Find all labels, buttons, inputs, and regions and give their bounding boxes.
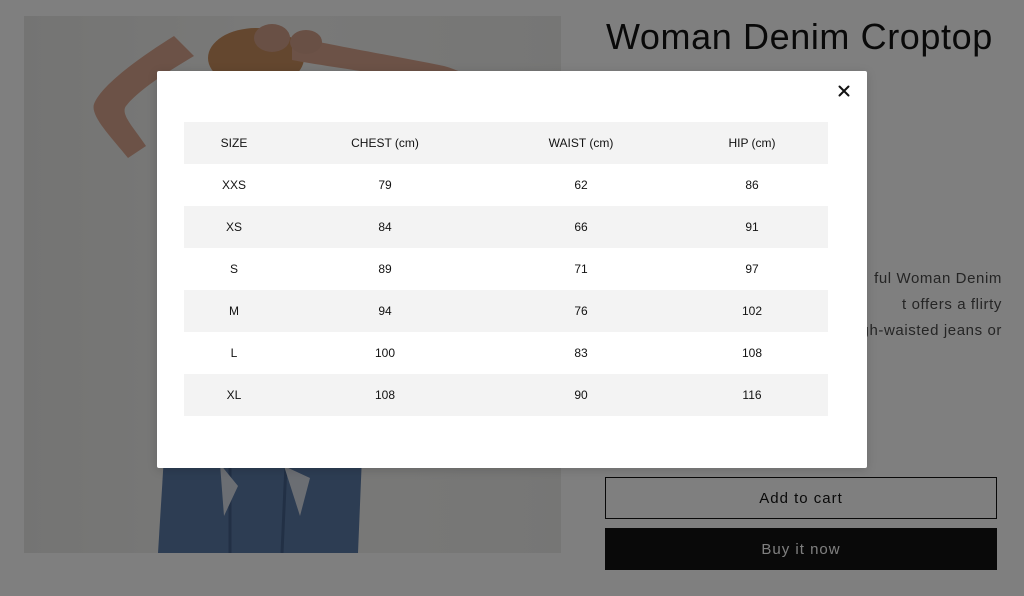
- cell-size: XXS: [221, 178, 246, 192]
- cell-hip: 108: [741, 346, 763, 360]
- size-chart-table: SIZE CHEST (cm) WAIST (cm) HIP (cm) XXS …: [184, 122, 828, 416]
- table-row: XXS 79 62 86: [184, 164, 828, 206]
- cell-waist: 66: [574, 220, 588, 234]
- cell-chest: 100: [374, 346, 396, 360]
- header-hip: HIP (cm): [728, 136, 776, 150]
- header-waist: WAIST (cm): [548, 136, 614, 150]
- size-chart-modal: SIZE CHEST (cm) WAIST (cm) HIP (cm) XXS …: [157, 71, 867, 468]
- cell-waist: 90: [574, 388, 588, 402]
- table-header-row: SIZE CHEST (cm) WAIST (cm) HIP (cm): [184, 122, 828, 164]
- cell-size: XL: [226, 388, 242, 402]
- cell-size: XS: [225, 220, 242, 234]
- cell-chest: 89: [378, 262, 392, 276]
- cell-hip: 91: [745, 220, 759, 234]
- cell-chest: 108: [374, 388, 396, 402]
- cell-hip: 86: [745, 178, 759, 192]
- cell-waist: 71: [574, 262, 588, 276]
- table-row: M 94 76 102: [184, 290, 828, 332]
- cell-waist: 83: [574, 346, 588, 360]
- table-row: S 89 71 97: [184, 248, 828, 290]
- cell-hip: 97: [745, 262, 759, 276]
- header-chest: CHEST (cm): [351, 136, 419, 150]
- close-icon: [838, 85, 850, 97]
- cell-waist: 62: [574, 178, 588, 192]
- table-row: XL 108 90 116: [184, 374, 828, 416]
- cell-chest: 79: [378, 178, 392, 192]
- cell-size: M: [229, 304, 239, 318]
- table-row: L 100 83 108: [184, 332, 828, 374]
- cell-chest: 94: [378, 304, 392, 318]
- cell-size: S: [229, 262, 238, 276]
- cell-waist: 76: [574, 304, 588, 318]
- modal-close-button[interactable]: [833, 80, 855, 102]
- cell-hip: 102: [741, 304, 763, 318]
- table-row: XS 84 66 91: [184, 206, 828, 248]
- cell-hip: 116: [742, 388, 762, 402]
- product-page: Woman Denim Croptop ful Woman Denim t of…: [0, 0, 1024, 596]
- header-size: SIZE: [220, 136, 248, 150]
- cell-chest: 84: [378, 220, 392, 234]
- cell-size: L: [230, 346, 238, 360]
